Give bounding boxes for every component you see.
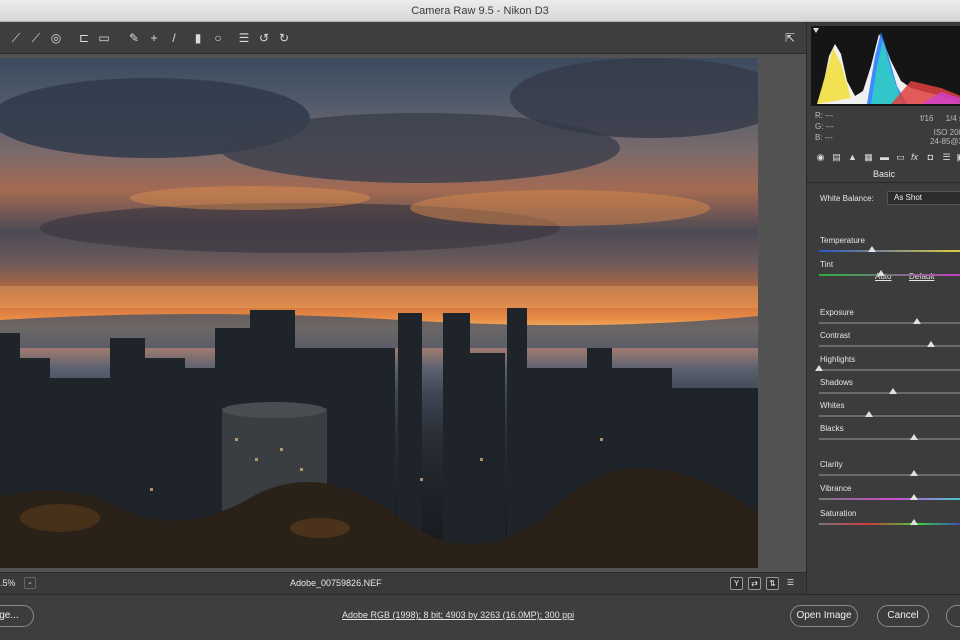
preferences-icon[interactable]: ☰ — [236, 30, 252, 46]
slider-label-whites: Whites — [820, 401, 845, 410]
white-balance-select[interactable]: As Shot — [887, 191, 960, 205]
slider-thumb-tint[interactable] — [877, 270, 886, 276]
color-sampler-icon[interactable]: ⟋ — [28, 30, 44, 46]
slider-thumb-saturation[interactable] — [909, 519, 918, 525]
slider-track-whites[interactable] — [819, 411, 960, 417]
presets-tab-icon[interactable]: ☰ — [941, 152, 952, 163]
shutter-speed: 1/4 s — [945, 114, 960, 123]
toolbar: ⟋ ⟋ ◎ ⊏ ▭ ✎ + / ▮ ○ ☰ ↺ ↻ ⇱ — [0, 22, 806, 54]
aperture: f/16 — [920, 114, 934, 123]
lens-corrections-tab-icon[interactable]: ▭ — [895, 152, 906, 163]
slider-track-contrast[interactable] — [819, 341, 960, 347]
slider-thumb-clarity[interactable] — [909, 470, 918, 476]
slider-thumb-shadows[interactable] — [889, 388, 897, 394]
slider-track-saturation[interactable] — [819, 519, 960, 525]
slider-label-shadows: Shadows — [820, 378, 853, 387]
straighten-icon[interactable]: ▭ — [96, 30, 112, 46]
slider-thumb-vibrance[interactable] — [909, 494, 918, 500]
slider-label-blacks: Blacks — [820, 424, 844, 433]
rotate-right-icon[interactable]: ↻ — [276, 30, 292, 46]
cancel-button[interactable]: Cancel — [877, 605, 929, 627]
bottom-bar: mage... Adobe RGB (1998); 8 bit; 4903 by… — [0, 594, 960, 640]
slider-track-temperature[interactable] — [819, 246, 960, 252]
open-image-button[interactable]: Open Image — [790, 605, 858, 627]
slider-thumb-temperature[interactable] — [868, 246, 877, 252]
info-readouts: R: --- G: --- B: --- f/16 1/4 s ISO 200 … — [815, 110, 960, 156]
split-toning-tab-icon[interactable]: ▬ — [879, 152, 890, 163]
view-toggle-icon[interactable]: Y — [730, 577, 743, 590]
spot-removal-icon[interactable]: ✎ — [126, 30, 142, 46]
slider-label-saturation: Saturation — [820, 509, 857, 518]
photo-preview — [0, 58, 758, 568]
workflow-options-link[interactable]: Adobe RGB (1998); 8 bit; 4903 by 3263 (1… — [342, 610, 574, 620]
preview-settings-icon[interactable]: ☰ — [784, 577, 797, 590]
slider-label-contrast: Contrast — [820, 331, 851, 340]
slider-thumb-whites[interactable] — [865, 411, 874, 417]
slider-thumb-exposure[interactable] — [912, 318, 921, 324]
slider-thumb-blacks[interactable] — [909, 434, 918, 440]
image-canvas[interactable] — [0, 54, 806, 572]
slider-track-clarity[interactable] — [819, 470, 960, 476]
zoom-dropdown-icon[interactable]: ⌄ — [24, 577, 36, 589]
panel-title: Basic — [872, 169, 895, 179]
effects-tab-icon[interactable]: fx — [909, 152, 920, 163]
slider-track-highlights[interactable] — [815, 365, 960, 371]
adjustments-panel: R: --- G: --- B: --- f/16 1/4 s ISO 200 … — [806, 22, 960, 594]
slider-track-exposure[interactable] — [819, 318, 960, 324]
panel-tabs: ◉ ▤ ▲ ▦ ▬ ▭ fx ◘ ☰ ▣ — [811, 152, 960, 166]
basic-tab-icon[interactable]: ◉ — [815, 152, 826, 163]
save-image-button[interactable]: mage... — [0, 605, 34, 627]
slider-thumb-contrast[interactable] — [927, 341, 936, 347]
city-skyline-image — [0, 58, 758, 568]
fullscreen-icon[interactable]: ⇱ — [782, 30, 798, 46]
slider-label-exposure: Exposure — [820, 308, 854, 317]
rotate-left-icon[interactable]: ↺ — [256, 30, 272, 46]
histogram — [811, 26, 960, 106]
swap-settings-icon[interactable]: ⇅ — [766, 577, 779, 590]
targeted-adjustment-icon[interactable]: ◎ — [48, 30, 64, 46]
tone-curve-tab-icon[interactable]: ▤ — [831, 152, 842, 163]
eyedropper-icon[interactable]: ⟋ — [8, 30, 24, 46]
zoom-level: .5% — [0, 578, 16, 588]
slider-track-vibrance[interactable] — [819, 494, 960, 500]
white-balance-label: White Balance: — [820, 194, 874, 203]
crop-icon[interactable]: ⊏ — [76, 30, 92, 46]
detail-tab-icon[interactable]: ▲ — [847, 152, 858, 163]
iso: ISO 200 — [933, 128, 960, 137]
slider-track-shadows[interactable] — [819, 388, 960, 394]
snapshots-tab-icon[interactable]: ▣ — [955, 152, 960, 163]
divider — [807, 182, 960, 183]
slider-track-tint[interactable] — [819, 270, 960, 276]
radial-filter-icon[interactable]: ○ — [210, 30, 226, 46]
done-button[interactable] — [946, 605, 960, 627]
hsl-tab-icon[interactable]: ▦ — [863, 152, 874, 163]
graduated-filter-icon[interactable]: ▮ — [190, 30, 206, 46]
slider-label-temperature: Temperature — [820, 236, 865, 245]
slider-label-clarity: Clarity — [820, 460, 843, 469]
image-status-bar: .5% ⌄ Adobe_00759826.NEF Y ⇄ ⇅ ☰ — [0, 572, 806, 594]
lens: 24-85@3 — [929, 137, 960, 146]
window-title: Camera Raw 9.5 - Nikon D3 — [0, 0, 960, 22]
camera-calibration-tab-icon[interactable]: ◘ — [925, 152, 936, 163]
before-after-icon[interactable]: ⇄ — [748, 577, 761, 590]
slider-label-vibrance: Vibrance — [820, 484, 852, 493]
adjustment-brush-icon[interactable]: / — [166, 30, 182, 46]
slider-track-blacks[interactable] — [819, 434, 960, 440]
image-filename: Adobe_00759826.NEF — [290, 578, 382, 588]
slider-thumb-highlights[interactable] — [815, 365, 823, 371]
red-eye-icon[interactable]: + — [146, 30, 162, 46]
slider-label-tint: Tint — [820, 260, 834, 269]
slider-label-highlights: Highlights — [820, 355, 856, 364]
